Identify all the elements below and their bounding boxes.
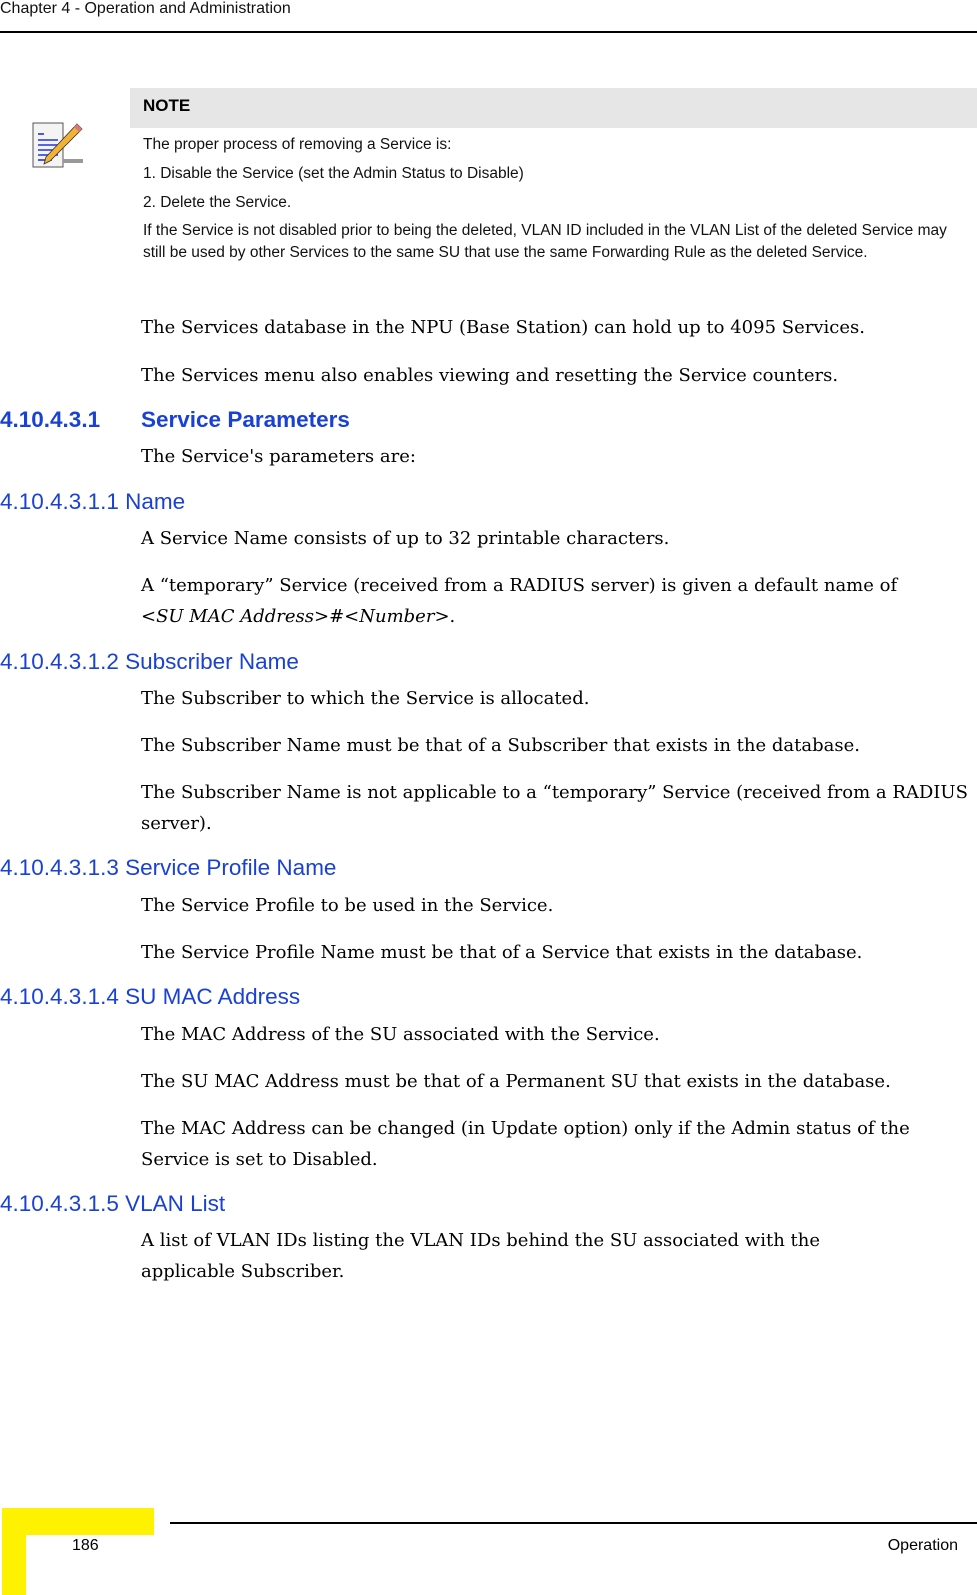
- subsection-heading: 4.10.4.3.1.3 Service Profile Name: [0, 855, 336, 881]
- subsection-title: Subscriber Name: [125, 649, 299, 674]
- subsection-number: 4.10.4.3.1.1: [0, 489, 119, 514]
- paragraph: The Service Profile to be used in the Se…: [141, 895, 554, 916]
- note-label: NOTE: [143, 96, 191, 115]
- subsection-number: 4.10.4.3.1.4: [0, 984, 119, 1009]
- paragraph: <SU MAC Address>#<Number>.: [141, 601, 971, 632]
- punctuation: .: [449, 606, 456, 627]
- subsection-number: 4.10.4.3.1.5: [0, 1191, 119, 1216]
- section-number: 4.10.4.3.1: [0, 407, 101, 432]
- subsection-heading: 4.10.4.3.1.2 Subscriber Name: [0, 649, 299, 675]
- note-pencil-icon: [32, 122, 83, 168]
- footer-accent-bar: [2, 1508, 26, 1595]
- subsection-title: VLAN List: [125, 1191, 226, 1216]
- paragraph: The Services menu also enables viewing a…: [141, 365, 839, 386]
- paragraph: A list of VLAN IDs listing the VLAN IDs …: [141, 1230, 820, 1282]
- note-line: 1. Disable the Service (set the Admin St…: [143, 165, 524, 182]
- note-line: The proper process of removing a Service…: [143, 136, 452, 153]
- subsection-number: 4.10.4.3.1.2: [0, 649, 119, 674]
- paragraph: The Service Profile Name must be that of…: [141, 942, 863, 963]
- chapter-header: Chapter 4 - Operation and Administration: [0, 0, 291, 17]
- paragraph: The Subscriber Name is not applicable to…: [141, 782, 968, 834]
- note-line: 2. Delete the Service.: [143, 194, 292, 211]
- subsection-heading: 4.10.4.3.1.4 SU MAC Address: [0, 984, 300, 1010]
- note-line: If the Service is not disabled prior to …: [143, 222, 947, 261]
- subsection-title: SU MAC Address: [125, 984, 301, 1009]
- paragraph: The Service's parameters are:: [141, 446, 416, 467]
- subsection-title: Name: [125, 489, 186, 514]
- header-rule: [0, 31, 977, 33]
- paragraph: A Service Name consists of up to 32 prin…: [141, 528, 670, 549]
- paragraph: The Services database in the NPU (Base S…: [141, 317, 865, 338]
- page-number: 186: [72, 1537, 99, 1554]
- paragraph: The SU MAC Address must be that of a Per…: [141, 1071, 891, 1092]
- paragraph: The MAC Address of the SU associated wit…: [141, 1024, 660, 1045]
- section-title: Service Parameters: [141, 407, 350, 432]
- subsection-heading: 4.10.4.3.1.5 VLAN List: [0, 1191, 225, 1217]
- footer-section-name: Operation: [887, 1537, 958, 1554]
- subsection-number: 4.10.4.3.1.3: [0, 855, 119, 880]
- paragraph: The Subscriber Name must be that of a Su…: [141, 735, 860, 756]
- footer-rule: [170, 1522, 977, 1524]
- paragraph: The MAC Address can be changed (in Updat…: [141, 1118, 910, 1170]
- note-header: NOTE: [130, 88, 977, 128]
- paragraph: A “temporary” Service (received from a R…: [141, 575, 898, 596]
- subsection-heading: 4.10.4.3.1.1 Name: [0, 489, 185, 515]
- default-name-format: <SU MAC Address>#<Number>: [141, 606, 450, 627]
- paragraph: The Subscriber to which the Service is a…: [141, 688, 590, 709]
- subsection-title: Service Profile Name: [125, 855, 337, 880]
